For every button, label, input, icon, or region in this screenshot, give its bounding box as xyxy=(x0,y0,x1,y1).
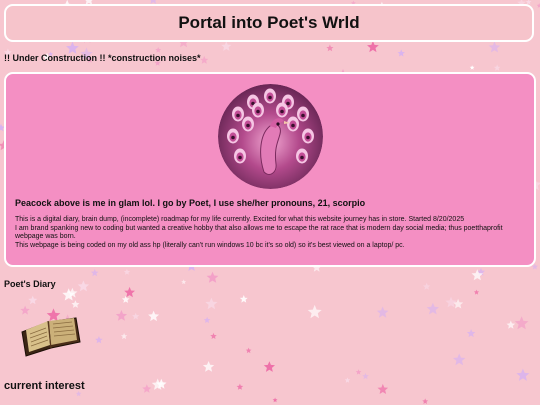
star-decoration xyxy=(362,373,369,380)
star-decoration xyxy=(423,282,431,290)
star-decoration xyxy=(506,320,516,329)
construction-notice: !! Under Construction !! *construction n… xyxy=(4,53,201,63)
intro-line: This is a digital diary, brain dump, (in… xyxy=(15,216,465,223)
intro-body: This is a digital diary, brain dump, (in… xyxy=(15,216,527,250)
star-decoration xyxy=(516,368,530,381)
star-decoration xyxy=(473,289,480,295)
star-decoration xyxy=(377,383,389,394)
star-decoration xyxy=(493,64,501,71)
star-decoration xyxy=(453,298,464,309)
page-title: Portal into Poet's Wrld xyxy=(178,13,360,32)
peacock-portrait-icon xyxy=(218,84,323,189)
star-decoration xyxy=(453,353,466,366)
star-decoration xyxy=(181,279,187,285)
intro-card: Peacock above is me in glam lol. I go by… xyxy=(4,72,536,267)
star-decoration xyxy=(514,316,529,330)
star-decoration xyxy=(132,312,140,320)
star-decoration xyxy=(123,268,131,275)
star-decoration xyxy=(326,44,334,52)
header-banner: Portal into Poet's Wrld xyxy=(4,4,534,42)
star-decoration xyxy=(66,41,79,54)
star-decoration xyxy=(202,361,215,372)
star-decoration xyxy=(205,297,218,310)
star-decoration xyxy=(95,336,103,344)
star-decoration xyxy=(466,329,476,338)
star-decoration xyxy=(239,295,248,303)
star-decoration xyxy=(71,300,80,308)
star-decoration xyxy=(206,271,219,283)
star-decoration xyxy=(142,384,152,393)
star-decoration xyxy=(426,302,439,315)
star-decoration xyxy=(77,280,90,292)
star-decoration xyxy=(115,310,128,321)
star-decoration xyxy=(210,332,217,339)
star-decoration xyxy=(124,286,135,298)
star-decoration xyxy=(397,49,405,57)
star-decoration xyxy=(445,296,457,308)
star-decoration xyxy=(488,41,501,53)
star-decoration xyxy=(203,316,211,323)
star-decoration xyxy=(151,378,164,390)
star-decoration xyxy=(200,55,209,64)
star-decoration xyxy=(272,397,278,403)
star-decoration xyxy=(236,383,244,390)
star-decoration xyxy=(120,333,128,340)
intro-heading: Peacock above is me in glam lol. I go by… xyxy=(15,198,366,208)
star-decoration xyxy=(422,398,429,404)
star-decoration xyxy=(221,41,232,51)
star-decoration xyxy=(367,41,379,53)
star-decoration xyxy=(344,377,351,383)
intro-line: This webpage is being coded on my old as… xyxy=(15,241,405,249)
star-decoration xyxy=(121,295,130,303)
open-book-icon[interactable] xyxy=(18,312,84,358)
star-decoration xyxy=(469,65,475,70)
star-decoration xyxy=(245,347,252,354)
intro-line: I am brand spanking new to coding but wa… xyxy=(15,224,503,241)
star-decoration xyxy=(28,295,38,305)
star-decoration xyxy=(263,361,275,372)
star-decoration xyxy=(355,369,362,375)
star-decoration xyxy=(148,310,160,322)
current-interest-heading: current interest xyxy=(4,380,85,392)
star-decoration xyxy=(90,269,99,277)
star-decoration xyxy=(307,304,322,319)
star-decoration xyxy=(155,47,162,53)
star-decoration xyxy=(376,306,389,318)
diary-label: Poet's Diary xyxy=(4,279,56,289)
